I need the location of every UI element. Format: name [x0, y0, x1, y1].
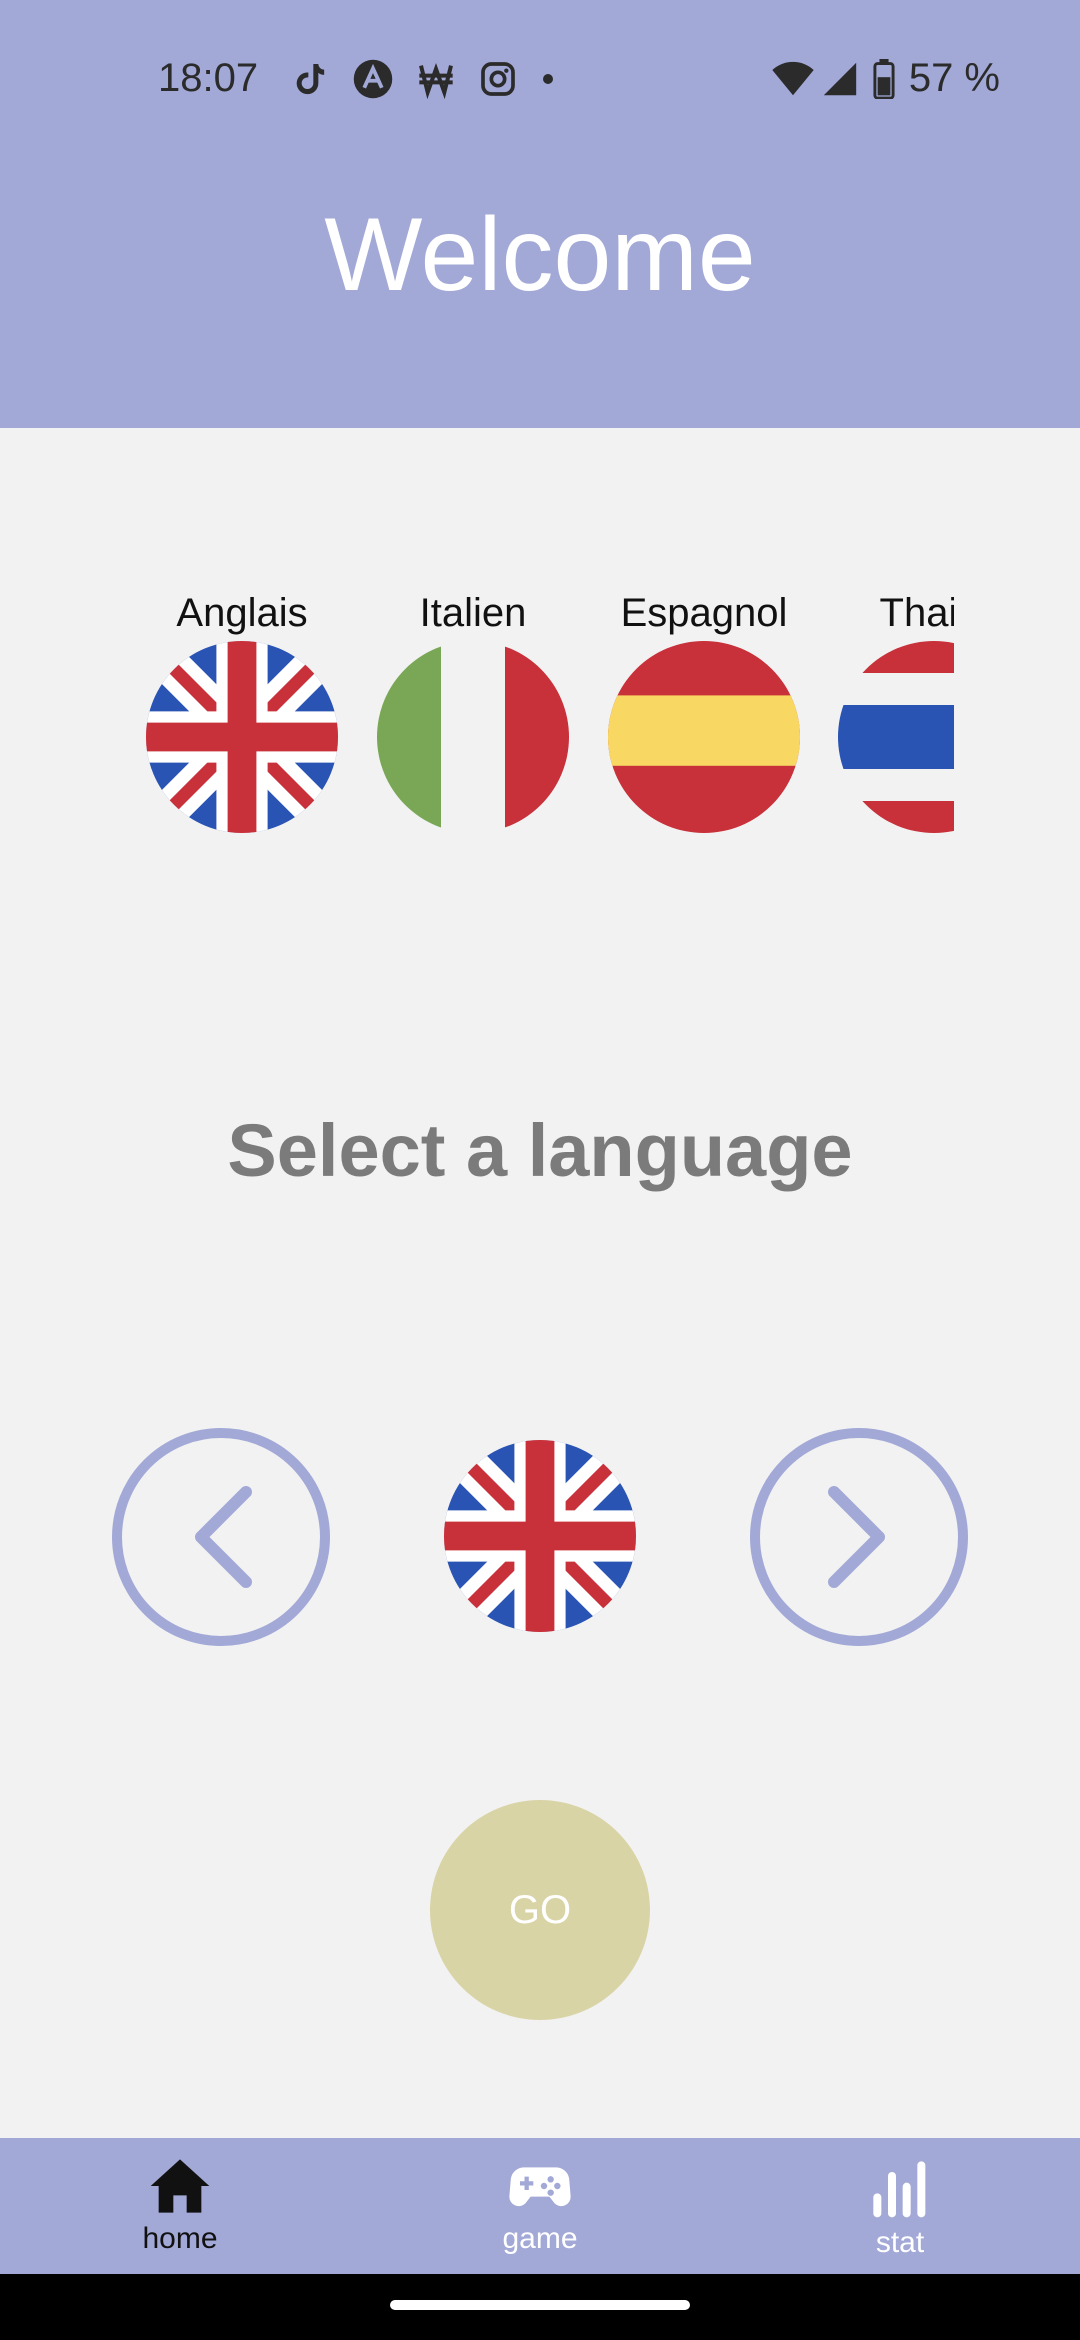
instagram-icon	[481, 62, 515, 96]
previous-language-button[interactable]	[112, 1428, 330, 1646]
next-language-button[interactable]	[750, 1428, 968, 1646]
language-item-espagnol[interactable]: Espagnol	[604, 585, 804, 833]
language-item-thailande[interactable]: Thaila	[834, 585, 954, 833]
nav-label-game: game	[502, 2222, 578, 2255]
chevron-left-icon	[195, 1486, 252, 1588]
page-title: Welcome	[324, 197, 756, 313]
language-item-italien[interactable]: Italien	[373, 585, 573, 833]
signal-icon	[823, 62, 857, 95]
tiktok-icon	[296, 64, 325, 95]
uk-flag-icon	[444, 1440, 636, 1632]
battery-icon	[873, 58, 895, 99]
nav-item-home[interactable]: home	[0, 2138, 360, 2274]
home-gesture-handle[interactable]	[390, 2300, 690, 2310]
nav-label-stat: stat	[875, 2226, 925, 2259]
won-icon	[419, 63, 453, 99]
select-language-title: Select a language	[227, 1109, 853, 1192]
status-notification-icons	[290, 58, 578, 100]
language-label: Thaila	[879, 591, 954, 635]
nav-label-home: home	[142, 2222, 218, 2255]
language-label: Anglais	[176, 591, 308, 635]
status-time: 18:07	[158, 56, 259, 100]
language-item-anglais[interactable]: Anglais	[142, 585, 342, 833]
thailand-flag-icon	[838, 641, 954, 833]
go-button[interactable]: GO	[430, 1800, 650, 2020]
nav-item-stat[interactable]: stat	[720, 2138, 1080, 2274]
status-system-icons: 57 %	[771, 56, 1000, 101]
gamepad-icon	[509, 2167, 571, 2207]
language-label: Italien	[419, 591, 527, 635]
bottom-navigation: home game stat	[0, 2138, 1080, 2274]
chevron-right-icon	[828, 1486, 885, 1588]
language-flag-list[interactable]: Anglais Italien Espagnol Thai	[138, 585, 954, 845]
italy-flag-icon	[377, 641, 569, 833]
status-bar: 18:07 57 %	[0, 0, 1080, 160]
home-icon	[150, 2159, 210, 2213]
spain-flag-icon	[608, 641, 800, 833]
language-label: Espagnol	[620, 591, 788, 635]
wifi-icon	[772, 61, 814, 95]
nav-item-game[interactable]: game	[360, 2138, 720, 2274]
dot-icon	[543, 74, 553, 84]
app-header: 18:07 57 % Welcome	[0, 0, 1080, 428]
battery-percent: 57 %	[908, 56, 1000, 100]
a-icon	[353, 59, 393, 99]
uk-flag-icon	[146, 641, 338, 833]
bar-chart-icon	[873, 2161, 926, 2218]
